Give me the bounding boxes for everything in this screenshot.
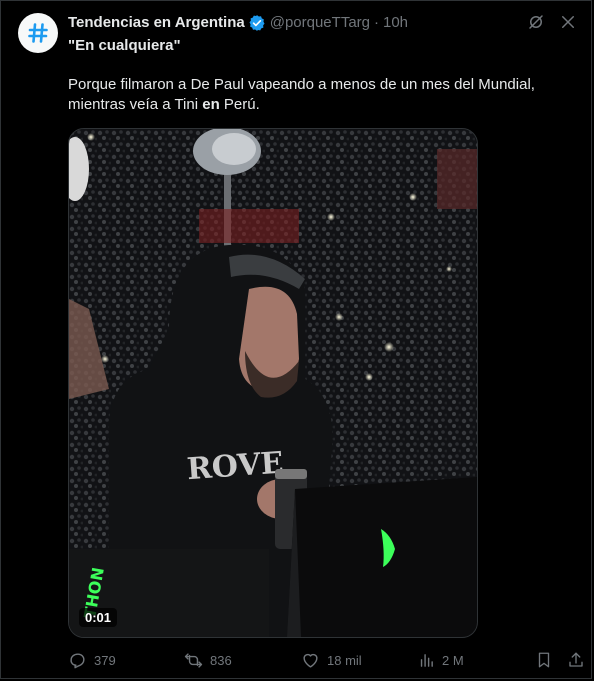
verified-badge-icon [248, 14, 266, 32]
reply-count: 379 [94, 652, 116, 668]
reply-button[interactable]: 379 [68, 649, 116, 671]
like-count: 18 mil [327, 652, 362, 668]
repost-count: 836 [210, 652, 232, 668]
video-timestamp: 0:01 [79, 608, 118, 627]
grok-icon[interactable] [527, 13, 545, 31]
hashtag-icon [28, 23, 48, 43]
share-icon [569, 652, 583, 667]
post-text: Porque filmaron a De Paul vapeando a men… [68, 75, 568, 115]
top-right-actions [527, 13, 577, 31]
post-time[interactable]: 10h [383, 14, 408, 32]
views-button[interactable]: 2 M [418, 649, 464, 671]
like-button[interactable]: 18 mil [301, 649, 362, 671]
views-count: 2 M [442, 652, 464, 668]
action-bar: 379 836 18 mil 2 M [68, 649, 584, 671]
video-player[interactable]: ROVE THON 0:01 [68, 128, 478, 638]
more-options-icon[interactable] [559, 13, 577, 31]
bookmark-button[interactable] [535, 649, 553, 671]
bookmark-icon [538, 652, 550, 668]
account-name[interactable]: Tendencias en Argentina [68, 14, 245, 32]
separator-dot: · [374, 14, 379, 31]
video-frame: ROVE THON [69, 129, 477, 637]
share-button[interactable] [567, 649, 585, 671]
post-tagline: "En cualquiera" [68, 37, 181, 54]
views-chart-icon [420, 653, 433, 667]
tweet-header: Tendencias en Argentina @porqueTTarg · 1… [68, 14, 511, 32]
avatar[interactable] [18, 13, 58, 53]
post-text-bold: en [202, 96, 220, 113]
heart-icon [303, 653, 318, 668]
post-text-part1: Porque filmaron a De Paul vapeando a men… [68, 76, 535, 113]
repost-button[interactable]: 836 [184, 649, 232, 671]
reply-icon [70, 652, 85, 668]
repost-icon [184, 652, 203, 668]
post-text-part2: Perú. [219, 96, 260, 113]
svg-text:ROVE: ROVE [186, 446, 285, 488]
account-handle[interactable]: @porqueTTarg [270, 14, 370, 32]
tweet-card[interactable]: Tendencias en Argentina @porqueTTarg · 1… [0, 0, 592, 679]
